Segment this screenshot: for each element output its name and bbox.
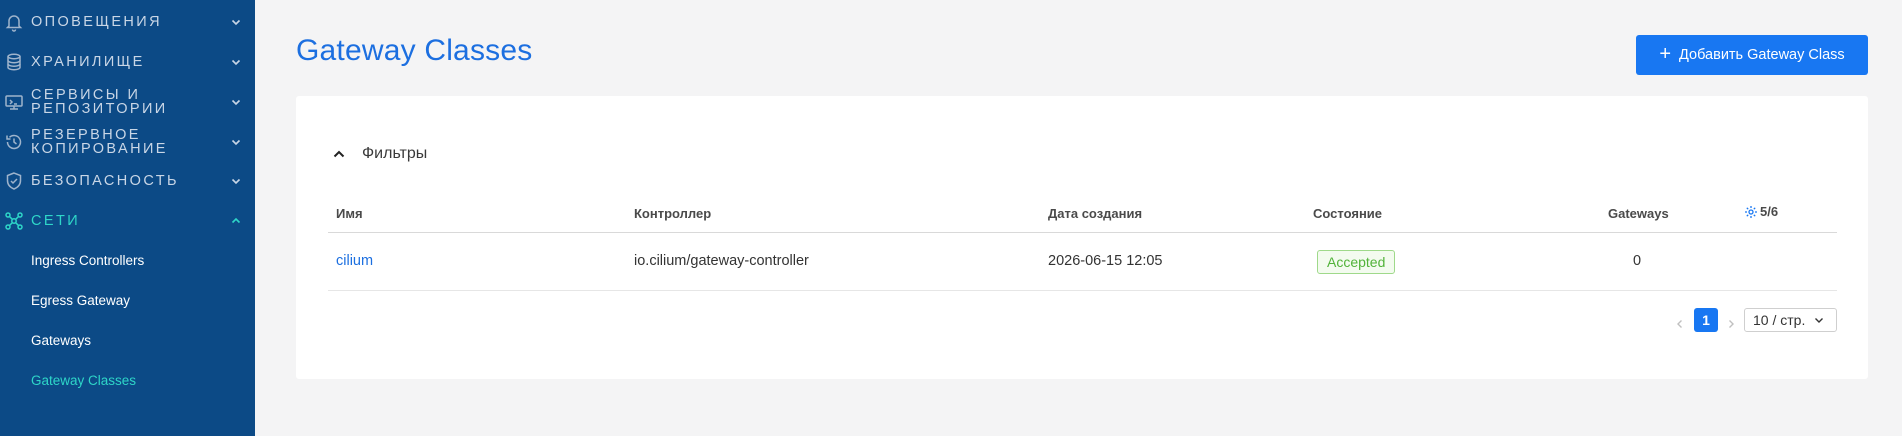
column-header-controller[interactable]: Контроллер [634, 206, 711, 221]
nav-group-network[interactable]: Сети [0, 211, 255, 231]
add-button-label: Добавить Gateway Class [1679, 47, 1845, 63]
status-badge: Accepted [1317, 250, 1396, 274]
sidebar: Оповещения Хранилище Сервисы и репозитор… [0, 0, 255, 436]
nav-group-label: Резервное копирование [31, 127, 168, 157]
nav-group-label: Сети [31, 213, 81, 229]
network-icon [4, 211, 24, 231]
sidebar-item-ingress-controllers[interactable]: Ingress Controllers [31, 253, 144, 268]
filters-toggle[interactable]: Фильтры [332, 145, 427, 163]
shield-icon [4, 171, 24, 191]
column-header-gateways[interactable]: Gateways [1608, 206, 1669, 221]
column-settings-button[interactable]: 5/6 [1744, 204, 1778, 219]
next-page-button[interactable] [1724, 317, 1738, 331]
nav-group-label: Хранилище [31, 54, 145, 70]
nav-group-label: Оповещения [31, 14, 162, 30]
nav-group-alerts[interactable]: Оповещения [0, 12, 255, 32]
row-name-link[interactable]: cilium [336, 253, 373, 269]
database-icon [4, 52, 24, 72]
table-header-divider [328, 232, 1837, 233]
nav-group-label: Безопасность [31, 173, 179, 189]
gear-icon [1745, 205, 1757, 218]
chevron-down-icon [229, 174, 243, 188]
nav-group-label: Сервисы и репозитории [31, 87, 168, 117]
chevron-right-icon [1729, 320, 1734, 328]
services-icon [4, 92, 24, 112]
page-title: Gateway Classes [296, 34, 533, 67]
nav-group-backup[interactable]: Резервное копирование [0, 128, 255, 156]
chevron-left-icon [1677, 320, 1682, 328]
gateway-classes-card: Фильтры Имя Контроллер Дата создания Сос… [296, 96, 1868, 379]
column-header-name[interactable]: Имя [336, 206, 363, 221]
backup-icon [4, 132, 24, 152]
bell-icon [4, 12, 24, 32]
sidebar-item-gateways[interactable]: Gateways [31, 333, 91, 348]
chevron-down-icon [229, 15, 243, 29]
page-size-value: 10 / стр. [1753, 312, 1806, 328]
row-created: 2026-06-15 12:05 [1048, 253, 1163, 269]
prev-page-button[interactable] [1673, 317, 1687, 331]
column-header-created[interactable]: Дата создания [1048, 206, 1142, 221]
nav-group-services[interactable]: Сервисы и репозитории [0, 88, 255, 116]
page-number-current[interactable]: 1 [1694, 308, 1718, 332]
filters-label: Фильтры [362, 145, 428, 162]
chevron-up-icon [333, 150, 345, 158]
nav-group-storage[interactable]: Хранилище [0, 52, 255, 72]
add-gateway-class-button[interactable]: + Добавить Gateway Class [1636, 35, 1868, 75]
plus-icon: + [1659, 43, 1672, 65]
row-gateways-count: 0 [1633, 253, 1642, 269]
chevron-down-icon [229, 135, 243, 149]
chevron-down-icon [1815, 318, 1824, 323]
row-controller: io.cilium/gateway-controller [634, 253, 809, 269]
chevron-down-icon [229, 95, 243, 109]
columns-visible-count: 5/6 [1760, 204, 1779, 219]
page-size-select[interactable]: 10 / стр. [1744, 308, 1837, 332]
nav-group-security[interactable]: Безопасность [0, 171, 255, 191]
sidebar-item-gateway-classes[interactable]: Gateway Classes [31, 373, 136, 388]
sidebar-item-egress-gateway[interactable]: Egress Gateway [31, 293, 130, 308]
table-row-divider [328, 290, 1837, 291]
column-header-status[interactable]: Состояние [1313, 206, 1382, 221]
chevron-up-icon [229, 214, 243, 228]
chevron-down-icon [229, 55, 243, 69]
